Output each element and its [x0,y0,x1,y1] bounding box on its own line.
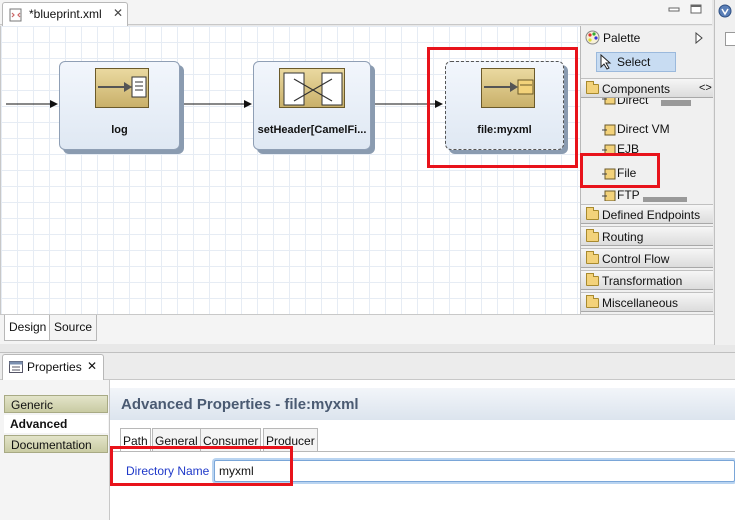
palette-drawer-defined-endpoints[interactable]: Defined Endpoints [581,204,713,224]
palette-item-label: FTP [617,188,640,201]
maximize-icon[interactable] [690,3,702,14]
outline-view-icon[interactable] [718,4,732,21]
palette-item-label: Direct [617,98,649,107]
set-header-icon [279,68,345,108]
sub-tab-path[interactable]: Path [120,428,151,452]
drawer-label: Components [602,82,671,96]
palette-drawer-transformation[interactable]: Transformation [581,270,713,290]
palette-panel: Palette Select Components <> Direct Dire… [580,26,713,314]
sub-tab-divider [110,451,735,452]
folder-icon [586,207,599,220]
expand-collapse-icon[interactable]: <> [699,82,712,94]
log-file-icon [95,68,149,108]
editor-tab-blueprint[interactable]: *blueprint.xml ✕ [2,2,128,26]
side-tab-documentation[interactable]: Documentation [4,435,108,453]
properties-icon [9,361,23,376]
palette-item-direct-vm[interactable]: Direct VM [581,120,713,140]
endpoint-icon [602,98,616,105]
sub-tab-producer[interactable]: Producer [263,428,318,452]
file-folder-icon [481,68,535,108]
folder-icon [586,273,599,286]
palette-drawer-components[interactable]: Components <> [581,78,713,98]
minimize-icon[interactable] [668,3,680,13]
advanced-properties-title: Advanced Properties - file:myxml [121,396,359,413]
palette-item-label: EJB [617,142,640,154]
node-label: file:myxml [477,124,532,136]
advanced-properties-header: Advanced Properties - file:myxml [110,388,735,420]
node-label: log [111,124,128,136]
directory-name-label: Directory Name [126,464,210,478]
endpoint-icon [602,123,616,136]
close-icon[interactable]: ✕ [87,359,97,373]
side-tab-advanced[interactable]: Advanced [4,415,108,433]
route-node-set-header[interactable]: setHeader[CamelFi... [253,61,371,150]
arrow-cursor-icon [600,53,612,73]
right-side-strip [714,0,735,345]
drawer-label: Control Flow [602,252,670,266]
node-label: setHeader[CamelFi... [257,124,367,136]
palette-select-label: Select [617,55,651,69]
folder-icon [586,229,599,242]
xml-file-icon [9,8,23,22]
properties-title: Properties [27,360,82,374]
close-icon[interactable]: ✕ [113,6,123,20]
palette-drawer-control-flow[interactable]: Control Flow [581,248,713,268]
palette-item-direct[interactable]: Direct [581,98,713,112]
folder-icon [586,295,599,308]
palette-drawer-miscellaneous[interactable]: Miscellaneous [581,292,713,312]
scroll-indicator [643,197,687,202]
palette-title: Palette [603,31,641,45]
editor-tab-label: *blueprint.xml [29,7,102,21]
scroll-indicator [661,100,691,106]
sub-tab-consumer[interactable]: Consumer [200,428,262,452]
directory-name-input[interactable] [214,460,735,482]
drawer-label: Miscellaneous [602,296,679,310]
palette-item-label: File [617,166,637,180]
endpoint-icon [602,167,616,180]
tab-source[interactable]: Source [49,315,98,341]
endpoint-icon [602,143,616,154]
folder-open-icon [586,81,599,94]
tab-design[interactable]: Design [4,315,52,341]
collapse-arrow-icon[interactable] [695,31,703,47]
editor-mode-tabs: Design Source [0,314,714,344]
properties-view-bar [0,352,735,380]
palette-item-ejb[interactable]: EJB [581,142,713,154]
side-tab-generic[interactable]: Generic [4,395,108,413]
route-node-file-myxml[interactable]: file:myxml [445,61,564,150]
collapsed-view-tab[interactable] [725,32,735,46]
properties-view-tab[interactable]: Properties ✕ [2,354,104,380]
folder-icon [586,251,599,264]
properties-side-tabs: Generic Advanced Documentation [0,380,110,520]
sub-tab-general[interactable]: General [152,428,201,452]
route-node-log[interactable]: log [59,61,180,150]
palette-select-tool[interactable]: Select [596,52,676,72]
palette-icon [585,30,600,48]
drawer-label: Routing [602,230,644,244]
palette-header: Palette [581,28,713,48]
route-canvas[interactable]: log setHeader[CamelFi... file:myxml [0,26,580,314]
endpoint-icon [602,189,616,201]
drawer-label: Transformation [602,274,683,288]
palette-item-label: Direct VM [617,122,670,136]
drawer-label: Defined Endpoints [602,208,701,222]
palette-drawer-routing[interactable]: Routing [581,226,713,246]
palette-item-file[interactable]: File [581,164,713,184]
